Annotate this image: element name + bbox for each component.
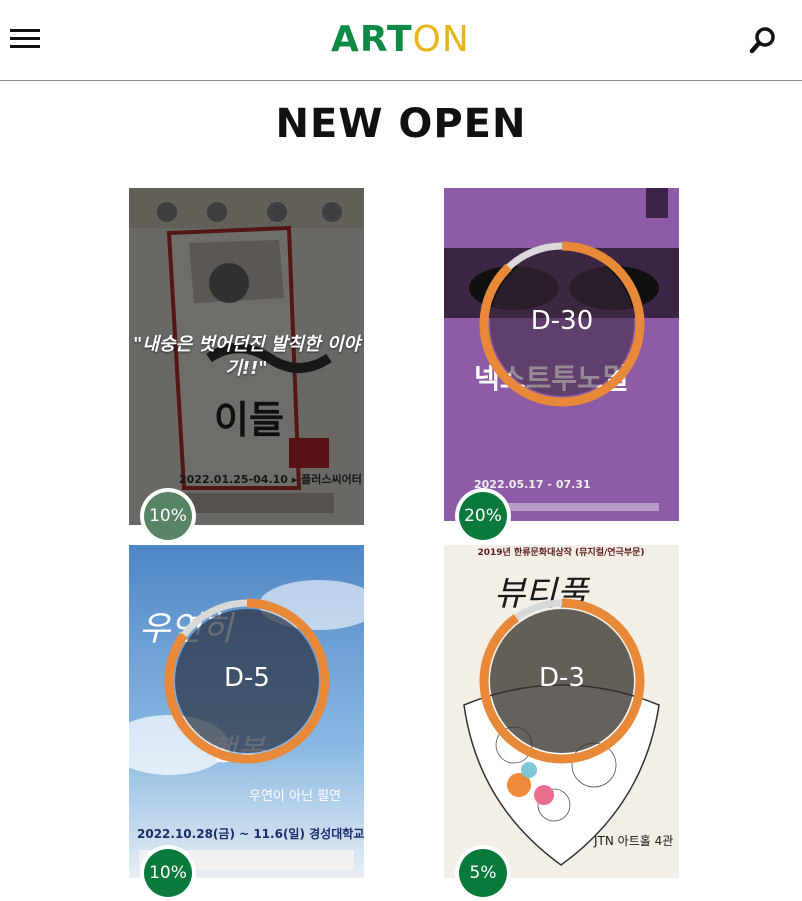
- show-card-2[interactable]: 넥스트투노멀 2022.05.17 - 07.31 D-30 20%: [444, 188, 679, 544]
- discount-badge: 5%: [455, 845, 511, 901]
- discount-value: 10%: [144, 492, 192, 540]
- top-header: ARTON: [0, 0, 802, 81]
- d-day-label: D-5: [224, 663, 270, 693]
- logo-main-text: ART: [331, 19, 413, 60]
- svg-text:JTN 아트홀 4관: JTN 아트홀 4관: [593, 834, 673, 848]
- svg-text:우연이 아닌 필연: 우연이 아닌 필연: [249, 789, 341, 804]
- d-day-label: D-30: [530, 306, 594, 336]
- arton-logo[interactable]: ARTON: [331, 20, 470, 60]
- logo-accent-text: ON: [412, 19, 470, 60]
- discount-badge: 20%: [455, 488, 511, 544]
- discount-value: 10%: [144, 849, 192, 897]
- discount-value: 5%: [459, 849, 507, 897]
- discount-value: 20%: [459, 492, 507, 540]
- discount-badge: 10%: [140, 845, 196, 901]
- show-card-1[interactable]: 이들 2022.01.25-04.10 ▸ 플러스씨어터 "내숭은 벗어던진 발…: [129, 188, 364, 544]
- svg-text:2022.10.28(금) ~ 11.6(일) 경성대학교: 2022.10.28(금) ~ 11.6(일) 경성대학교 예노소극장: [137, 826, 364, 841]
- countdown-ring: D-30: [478, 240, 646, 408]
- show-quote-text: "내숭은 벗어던진 발칙한 이야기!!": [133, 334, 360, 379]
- search-icon[interactable]: [748, 25, 778, 55]
- d-day-label: D-3: [539, 663, 585, 693]
- discount-badge: 10%: [140, 488, 196, 544]
- svg-text:2019년 한류문화대상작 (뮤지컬/연극부문): 2019년 한류문화대상작 (뮤지컬/연극부문): [477, 546, 644, 558]
- hamburger-menu-icon[interactable]: [10, 29, 40, 51]
- show-card-3[interactable]: 우연히 행복 우연이 아닌 필연 2022.10.28(금) ~ 11.6(일)…: [129, 545, 364, 901]
- countdown-ring: D-3: [478, 597, 646, 765]
- countdown-ring: D-5: [163, 597, 331, 765]
- page-title: NEW OPEN: [275, 101, 527, 147]
- show-card-4[interactable]: 2019년 한류문화대상작 (뮤지컬/연극부문) 뷰티풀 JTN 아트홀 4관 …: [444, 545, 679, 901]
